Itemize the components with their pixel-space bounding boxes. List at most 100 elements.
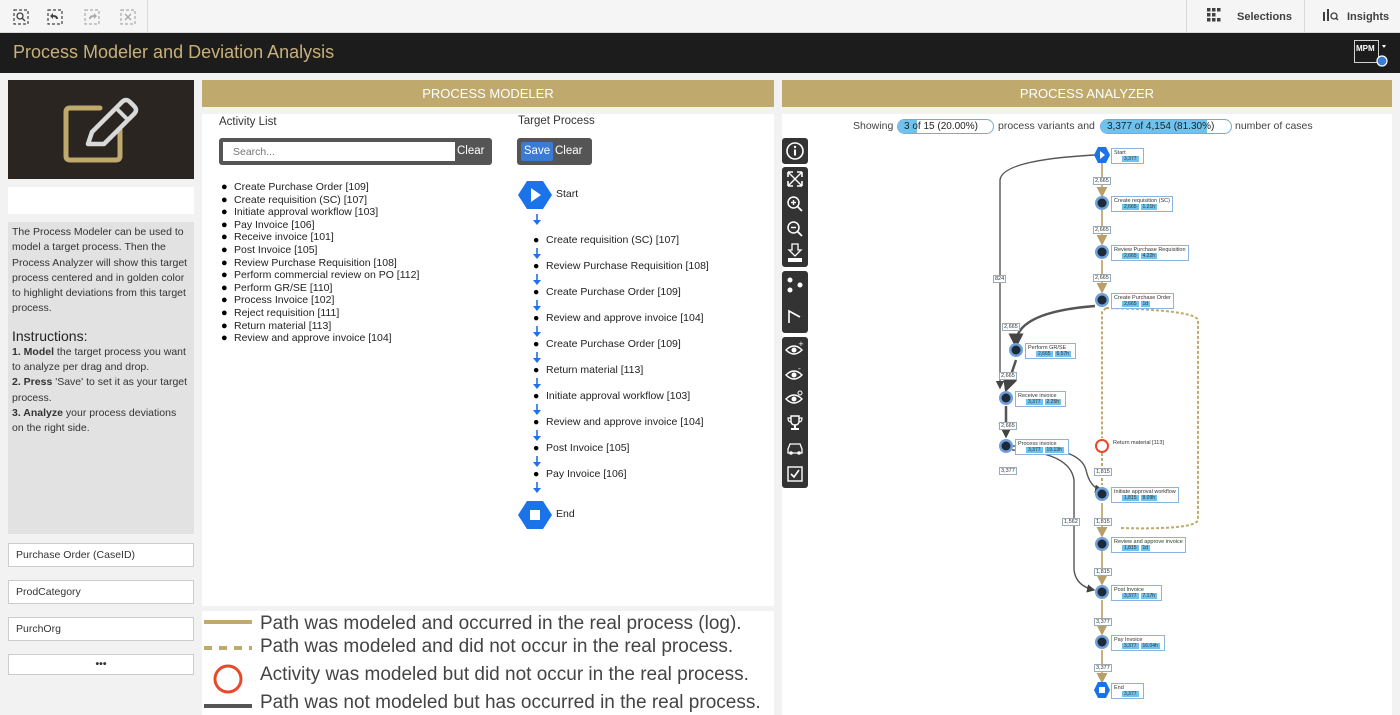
graph-edge-label: 3,377 [1094,618,1112,626]
cases-suffix: number of cases [1235,120,1313,132]
target-step[interactable]: Post Invoice [105] [533,442,629,454]
graph-activity-node[interactable] [1094,195,1110,211]
graph-node-label: Post Invoice 3,377 7.17h [1111,585,1163,601]
svg-text:+: + [798,340,804,348]
graph-activity-node[interactable] [1094,634,1110,650]
variants-suffix: process variants and [998,120,1095,132]
target-step[interactable]: Review Purchase Requisition [108] [533,260,709,272]
target-step[interactable]: Initiate approval workflow [103] [533,390,690,402]
graph-node-label: Start 3,377 [1111,148,1144,164]
graph-node-label: Initiate approval workflow 1,815 8.09h [1111,487,1179,503]
save-button[interactable]: Save [521,142,553,161]
filter-purchase-order[interactable]: Purchase Order (CaseID) [8,543,194,567]
activity-item[interactable]: Post Invoice [105] [221,244,419,257]
graph-activity-node[interactable] [998,390,1014,406]
graph-activity-node[interactable] [1008,342,1024,358]
graph-activity-node[interactable] [998,438,1014,454]
layout-edges-icon[interactable] [784,305,806,327]
activity-item[interactable]: Perform commercial review on PO [112] [221,269,419,282]
graph-activity-node[interactable] [1094,536,1110,552]
insights-label: Insights [1347,10,1390,23]
target-step[interactable]: Create Purchase Order [109] [533,338,681,350]
activity-item[interactable]: Review Purchase Requisition [108] [221,257,419,270]
svg-text:MPM: MPM [1356,44,1375,53]
start-node-icon[interactable] [518,181,552,209]
flow-arrow-icon [531,247,543,259]
instructions-heading: Instructions: [12,327,88,344]
step-back-icon[interactable] [43,5,67,29]
graph-activity-node[interactable] [1094,584,1110,600]
info-icon[interactable] [784,140,806,162]
target-step[interactable]: Pay Invoice [106] [533,468,627,480]
graph-edge-label: 1,815 [1094,518,1112,526]
target-step[interactable]: Create Purchase Order [109] [533,286,681,298]
analyzer-header: PROCESS ANALYZER [782,80,1392,107]
graph-node-kpi: 16.04h [1140,643,1160,649]
end-node-icon[interactable] [518,501,552,529]
more-filters-button[interactable]: ••• [8,654,194,675]
fit-icon[interactable] [784,168,806,190]
graph-node-label: Process invoice 3,377 19.13h [1015,439,1069,455]
target-step[interactable]: Review and approve invoice [104] [533,416,704,428]
activity-item[interactable]: Process Invoice [102] [221,294,419,307]
legend-red-circle [213,664,243,694]
selections-button[interactable]: Selections [1186,0,1304,33]
flow-arrow-icon [531,429,543,441]
target-step[interactable]: Create requisition (SC) [107] [533,234,679,246]
flow-arrow-icon [531,455,543,467]
graph-start-node[interactable] [1094,147,1110,163]
graph-node-label: Perform GR/SE 2,665 6.57h [1025,343,1077,359]
zoom-in-icon[interactable] [784,193,806,215]
activity-item[interactable]: Create Purchase Order [109] [221,181,419,194]
selection-tools-group [0,0,148,33]
cases-pill-text: 3,377 of 4,154 (81.30%) [1107,121,1215,132]
graph-node-label: Review and approve invoice 1,815 1d [1111,537,1186,553]
download-svg-icon[interactable] [784,242,806,264]
graph-node-label: End 3,377 [1111,683,1144,699]
graph-node-kpi: 2,665 [1036,351,1053,357]
checkbox-icon[interactable] [784,463,806,485]
activity-item[interactable]: Initiate approval workflow [103] [221,206,419,219]
graph-activity-node[interactable] [1094,244,1110,260]
graph-node-kpi: 1d [1140,301,1151,307]
graph-end-node[interactable] [1094,682,1110,698]
eye-plus-icon[interactable]: + [784,338,806,360]
car-icon[interactable] [784,437,806,459]
graph-node-kpi: 2.25h [1044,399,1062,405]
eye-reset-icon[interactable] [784,387,806,409]
graph-node-kpi: 1d [1140,545,1151,551]
insights-button[interactable]: Insights [1304,0,1400,33]
activity-search-input[interactable] [223,142,455,161]
search-clear-button[interactable]: Clear [457,142,484,161]
filter-prod-category[interactable]: ProdCategory [8,580,194,604]
activity-item[interactable]: Return material [113] [221,320,419,333]
clear-selections-icon[interactable] [116,5,140,29]
activity-item[interactable]: Create requisition (SC) [107] [221,194,419,207]
layout-nodes-icon[interactable] [784,274,806,296]
eye-minus-icon[interactable]: - [784,363,806,385]
target-clear-button[interactable]: Clear [555,142,582,161]
zoom-out-icon[interactable] [784,218,806,240]
graph-activity-node[interactable] [1094,292,1110,308]
graph-node-kpi: 3,377 [1026,447,1043,453]
trophy-icon[interactable] [784,412,806,434]
graph-node-label: Return material [113] [1111,439,1166,447]
target-step[interactable]: Return material [113] [533,364,643,376]
activity-item[interactable]: Reject requisition [111] [221,307,419,320]
start-label: Start [556,188,579,200]
activity-item[interactable]: Pay Invoice [106] [221,219,419,232]
smart-search-icon[interactable] [9,5,33,29]
filter-purch-org[interactable]: PurchOrg [8,617,194,641]
variants-pill-text: 3 of 15 (20.00%) [904,121,978,132]
graph-activity-node[interactable] [1094,438,1110,454]
graph-edge-label: 3,377 [999,467,1017,475]
graph-activity-node[interactable] [1094,486,1110,502]
step-forward-icon[interactable] [80,5,104,29]
flow-arrow-icon [531,273,543,285]
target-step[interactable]: Review and approve invoice [104] [533,312,704,324]
activity-item[interactable]: Receive invoice [101] [221,231,419,244]
activity-item[interactable]: Perform GR/SE [110] [221,282,419,295]
instruction-step: 2. Press 'Save' to set it as your target… [12,376,188,404]
activity-item[interactable]: Review and approve invoice [104] [221,332,419,345]
svg-text:-: - [798,365,801,373]
